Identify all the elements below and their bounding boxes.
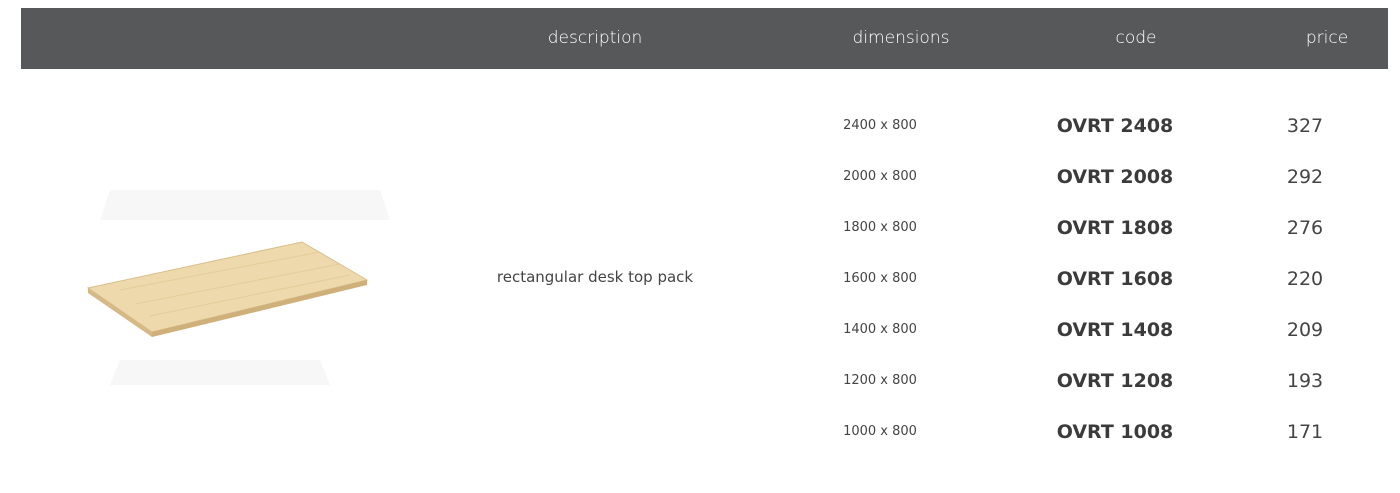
table-row: 1000 x 800 OVRT 1008 171 (0, 406, 1400, 458)
code-cell: OVRT 1608 (1056, 268, 1174, 290)
dimensions-cell: 2000 x 800 (843, 169, 917, 184)
header-dimensions: dimensions (852, 28, 950, 48)
header-price: price (1305, 28, 1349, 48)
dimensions-cell: 2400 x 800 (843, 118, 917, 133)
dimensions-cell: 1200 x 800 (843, 373, 917, 388)
price-cell: 193 (1286, 370, 1324, 392)
price-cell: 209 (1286, 319, 1324, 341)
code-cell: OVRT 1408 (1056, 319, 1174, 341)
table-row: 1800 x 800 OVRT 1808 276 (0, 202, 1400, 254)
table-row: 1600 x 800 OVRT 1608 220 (0, 253, 1400, 305)
code-cell: OVRT 1808 (1056, 217, 1174, 239)
price-cell: 220 (1286, 268, 1324, 290)
price-cell: 327 (1286, 115, 1324, 137)
table-row: 1200 x 800 OVRT 1208 193 (0, 355, 1400, 407)
code-cell: OVRT 1008 (1056, 421, 1174, 443)
price-cell: 276 (1286, 217, 1324, 239)
code-cell: OVRT 1208 (1056, 370, 1174, 392)
dimensions-cell: 1400 x 800 (843, 322, 917, 337)
dimensions-cell: 1000 x 800 (843, 424, 917, 439)
header-description: description (547, 28, 643, 48)
dimensions-cell: 1600 x 800 (843, 271, 917, 286)
table-row: 2000 x 800 OVRT 2008 292 (0, 151, 1400, 203)
table-row: 1400 x 800 OVRT 1408 209 (0, 304, 1400, 356)
price-cell: 171 (1286, 421, 1324, 443)
table-row: 2400 x 800 OVRT 2408 327 (0, 100, 1400, 152)
code-cell: OVRT 2008 (1056, 166, 1174, 188)
code-cell: OVRT 2408 (1056, 115, 1174, 137)
dimensions-cell: 1800 x 800 (843, 220, 917, 235)
table-header: description dimensions code price (21, 8, 1388, 69)
price-cell: 292 (1286, 166, 1324, 188)
header-code: code (1115, 28, 1157, 48)
